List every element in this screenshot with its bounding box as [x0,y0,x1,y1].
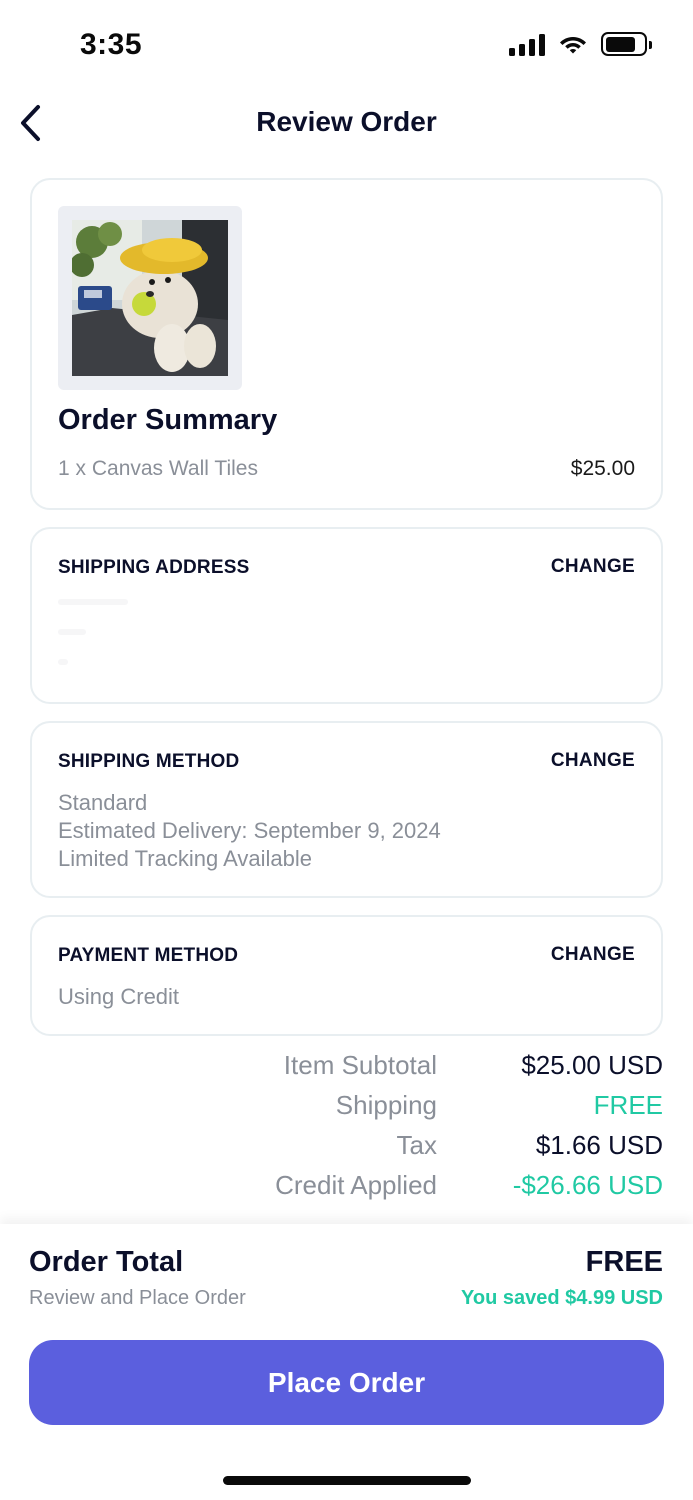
tracking-info: Limited Tracking Available [58,846,312,871]
shipping-address-card: SHIPPING ADDRESS CHANGE [30,527,663,704]
shipping-value: FREE [593,1090,663,1120]
shipping-method-details: Standard Estimated Delivery: September 9… [58,789,441,873]
wifi-icon [560,37,586,54]
shipping-method-label: SHIPPING METHOD [58,751,240,772]
cellular-signal-icon [509,32,545,56]
change-shipping-address-button[interactable]: CHANGE [551,556,635,578]
payment-method-label: PAYMENT METHOD [58,945,239,966]
shipping-method-name: Standard [58,790,148,815]
credit-applied-row: Credit Applied -$26.66 USD [0,1170,693,1210]
order-item-description: 1 x Canvas Wall Tiles [58,457,258,480]
change-shipping-method-button[interactable]: CHANGE [551,750,635,772]
shipping-label: Shipping [335,1090,437,1120]
status-bar: 3:35 [0,0,693,90]
page-title: Review Order [256,106,437,137]
change-payment-method-button[interactable]: CHANGE [551,944,635,966]
credit-applied-label: Credit Applied [275,1170,437,1200]
item-subtotal-row: Item Subtotal $25.00 USD [0,1050,693,1090]
home-indicator[interactable] [223,1476,471,1485]
place-order-button[interactable]: Place Order [29,1340,664,1425]
status-icons [509,32,652,56]
order-total-footer: Order Total Review and Place Order FREE … [0,1224,693,1500]
product-thumbnail[interactable] [58,206,242,390]
savings-text: You saved $4.99 USD [461,1287,663,1309]
order-total-subtitle: Review and Place Order [29,1287,246,1309]
header: Review Order [0,90,693,160]
order-total-value: FREE [585,1246,663,1278]
product-photo [72,220,228,376]
credit-applied-value: -$26.66 USD [512,1170,663,1200]
payment-method-details: Using Credit [58,983,179,1011]
shipping-row: Shipping FREE [0,1090,693,1130]
item-subtotal-label: Item Subtotal [283,1050,437,1080]
status-time: 3:35 [80,28,143,61]
order-summary-title: Order Summary [58,404,278,436]
estimated-delivery: Estimated Delivery: September 9, 2024 [58,818,441,843]
payment-method-detail: Using Credit [58,984,180,1009]
shipping-address-label: SHIPPING ADDRESS [58,557,250,578]
tax-label: Tax [396,1130,437,1160]
shipping-method-card: SHIPPING METHOD CHANGE Standard Estimate… [30,721,663,898]
tax-value: $1.66 USD [535,1130,663,1160]
order-item-price: $25.00 [570,457,635,480]
item-subtotal-value: $25.00 USD [521,1050,663,1080]
payment-method-card: PAYMENT METHOD CHANGE Using Credit [30,915,663,1036]
tax-row: Tax $1.66 USD [0,1130,693,1170]
battery-icon [601,32,652,56]
redacted-address [58,599,128,689]
order-total-label: Order Total [29,1246,184,1278]
order-summary-card: Order Summary 1 x Canvas Wall Tiles $25.… [30,178,663,510]
